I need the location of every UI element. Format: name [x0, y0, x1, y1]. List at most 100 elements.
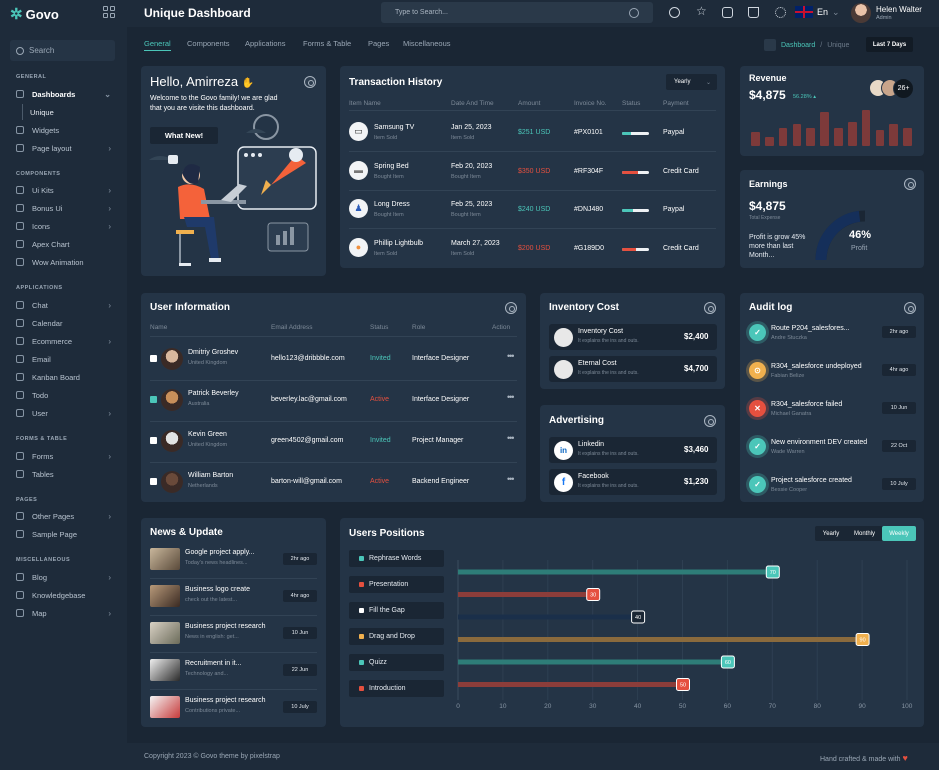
- date-range-button[interactable]: Last 7 Days: [866, 37, 913, 52]
- home-icon[interactable]: [764, 39, 776, 51]
- sidebar-item-kanban[interactable]: Kanban Board: [16, 370, 111, 384]
- position-tag[interactable]: Fill the Gap: [349, 602, 444, 619]
- more-icon[interactable]: •••: [507, 392, 515, 402]
- chevron-right-icon: ›: [108, 408, 111, 418]
- sidebar-item-dashboards[interactable]: Dashboards ⌄: [16, 87, 111, 101]
- divider: [150, 578, 317, 579]
- sidebar-item-tables[interactable]: Tables: [16, 467, 111, 481]
- sidebar-item-label: Knowledgebase: [32, 590, 86, 600]
- row-checkbox[interactable]: [150, 437, 157, 444]
- sidebar-item-icons[interactable]: Icons ›: [16, 219, 111, 233]
- bonus-ui-icon: [16, 204, 24, 212]
- tab-general[interactable]: General: [144, 39, 171, 48]
- mail-icon: [16, 355, 24, 363]
- user-avatar[interactable]: [851, 3, 871, 23]
- news-title[interactable]: Business project research: [185, 697, 266, 704]
- logo[interactable]: ✲ Govo: [10, 5, 59, 23]
- toggle-monthly[interactable]: Monthly: [847, 526, 882, 541]
- news-thumbnail[interactable]: [150, 696, 180, 718]
- language-selector[interactable]: En ⌄: [795, 6, 840, 18]
- col-header: Payment: [663, 100, 689, 107]
- sidebar-item-chat[interactable]: Chat ›: [16, 298, 111, 312]
- tab-pages[interactable]: Pages: [368, 39, 389, 48]
- sidebar-item-user[interactable]: User ›: [16, 406, 111, 420]
- toggle-weekly[interactable]: Weekly: [882, 526, 916, 541]
- settings-icon[interactable]: [775, 7, 786, 18]
- status-bar: [622, 209, 649, 212]
- revenue-bar: [847, 122, 857, 146]
- position-tag-label: Quizz: [369, 659, 387, 666]
- sidebar-search[interactable]: Search: [10, 40, 115, 61]
- settings-gear-icon[interactable]: [704, 415, 716, 427]
- sidebar-item-todo[interactable]: Todo: [16, 388, 111, 402]
- audit-title: Audit log: [749, 302, 793, 313]
- x-tick-label: 20: [544, 703, 552, 710]
- divider: [150, 652, 317, 653]
- row-checkbox[interactable]: [150, 478, 157, 485]
- more-icon[interactable]: •••: [507, 474, 515, 484]
- news-thumbnail[interactable]: [150, 622, 180, 644]
- toggle-yearly[interactable]: Yearly: [815, 526, 847, 541]
- item-time: Item Sold: [451, 250, 475, 257]
- x-tick-label: 100: [902, 703, 913, 710]
- news-title[interactable]: Business logo create: [185, 586, 250, 593]
- sidebar-item-wow-animation[interactable]: Wow Animation: [16, 255, 111, 269]
- icons-icon: [16, 222, 24, 230]
- welcome-title-text: Hello, Amirreza: [150, 74, 239, 89]
- position-tag[interactable]: Quizz: [349, 654, 444, 671]
- audit-date: 2hr ago: [882, 326, 916, 338]
- position-tag[interactable]: Introduction: [349, 680, 444, 697]
- news-thumbnail[interactable]: [150, 585, 180, 607]
- moon-icon[interactable]: [669, 7, 680, 18]
- row-checkbox[interactable]: [150, 355, 157, 362]
- position-tag[interactable]: Presentation: [349, 576, 444, 593]
- sidebar-item-calendar[interactable]: Calendar: [16, 316, 111, 330]
- sidebar-item-blog[interactable]: Blog ›: [16, 570, 111, 584]
- settings-gear-icon[interactable]: [904, 178, 916, 190]
- sidebar-item-unique[interactable]: Unique: [30, 105, 125, 119]
- star-icon[interactable]: ☆: [696, 4, 707, 18]
- chevron-right-icon: ›: [108, 511, 111, 521]
- more-icon[interactable]: •••: [507, 351, 515, 361]
- apps-grid-icon[interactable]: [103, 6, 115, 18]
- news-title[interactable]: Business project research: [185, 623, 266, 630]
- sidebar-item-ui-kits[interactable]: Ui Kits ›: [16, 183, 111, 197]
- col-header: Date And Time: [451, 100, 494, 107]
- news-title[interactable]: Google project apply...: [185, 549, 255, 556]
- cart-icon[interactable]: [748, 7, 759, 18]
- sidebar-item-sample-page[interactable]: Sample Page: [16, 527, 111, 541]
- sidebar-item-page-layout[interactable]: Page layout ›: [16, 141, 111, 155]
- cart-icon: [16, 337, 24, 345]
- more-icon[interactable]: •••: [507, 433, 515, 443]
- sidebar-item-bonus-ui[interactable]: Bonus Ui ›: [16, 201, 111, 215]
- settings-gear-icon[interactable]: [704, 302, 716, 314]
- message-icon[interactable]: [722, 7, 733, 18]
- settings-gear-icon[interactable]: [904, 302, 916, 314]
- position-tag[interactable]: Rephrase Words: [349, 550, 444, 567]
- news-thumbnail[interactable]: [150, 548, 180, 570]
- sidebar-item-map[interactable]: Map ›: [16, 606, 111, 620]
- settings-gear-icon[interactable]: [505, 302, 517, 314]
- revenue-bar: [834, 128, 843, 146]
- sidebar-item-forms[interactable]: Forms ›: [16, 449, 111, 463]
- tab-forms-table[interactable]: Forms & Table: [303, 39, 351, 48]
- settings-gear-icon[interactable]: [304, 76, 316, 88]
- sidebar-item-knowledgebase[interactable]: Knowledgebase: [16, 588, 111, 602]
- breadcrumb-dashboard[interactable]: Dashboard: [781, 42, 815, 49]
- sidebar-item-widgets[interactable]: Widgets: [16, 123, 111, 137]
- tab-miscellaneous[interactable]: Miscellaneous: [403, 39, 451, 48]
- position-tag[interactable]: Drag and Drop: [349, 628, 444, 645]
- sidebar-item-other-pages[interactable]: Other Pages ›: [16, 509, 111, 523]
- news-title[interactable]: Recruitment in it...: [185, 660, 241, 667]
- search-input[interactable]: Type to Search...: [381, 2, 653, 23]
- news-thumbnail[interactable]: [150, 659, 180, 681]
- sidebar-item-email[interactable]: Email: [16, 352, 111, 366]
- avatars-more-badge[interactable]: 26+: [893, 78, 914, 99]
- transaction-filter-select[interactable]: Yearly ⌄: [666, 74, 717, 90]
- tab-components[interactable]: Components: [187, 39, 230, 48]
- tab-applications[interactable]: Applications: [245, 39, 285, 48]
- row-checkbox[interactable]: [150, 396, 157, 403]
- sidebar-item-label: Todo: [32, 390, 49, 400]
- sidebar-item-apex-chart[interactable]: Apex Chart: [16, 237, 111, 251]
- sidebar-item-ecommerce[interactable]: Ecommerce ›: [16, 334, 111, 348]
